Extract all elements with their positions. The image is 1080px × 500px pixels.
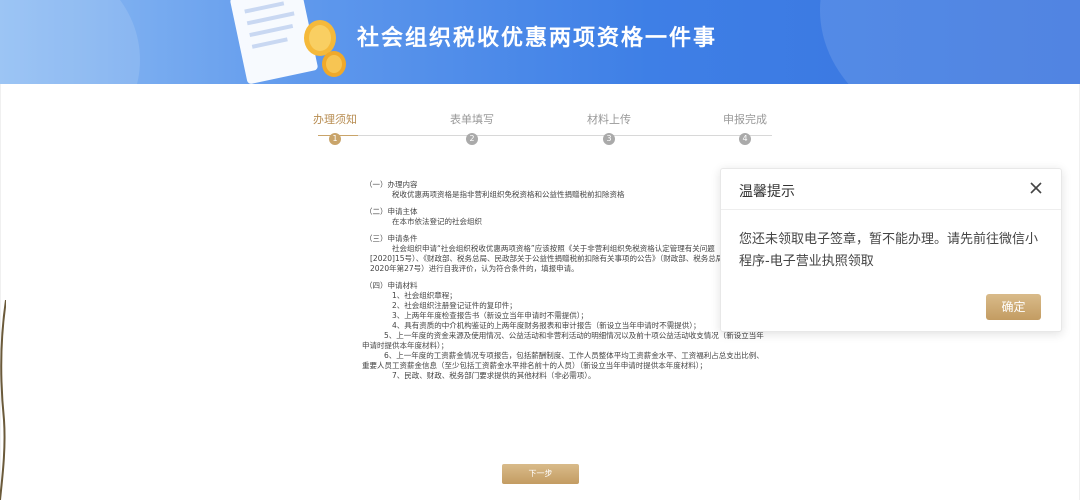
section-heading: （四）申请材料 (365, 281, 418, 290)
step-notice: 办理须知 1 (295, 112, 375, 145)
list-item: 2、社会组织注册登记证件的复印件； (392, 301, 517, 310)
list-item: 1、社会组织章程； (392, 291, 457, 300)
section-heading: （一）办理内容 (365, 180, 418, 189)
dialog-message: 您还未领取电子签章，暂不能办理。请先前往微信小程序-电子营业执照领取 (739, 232, 1039, 269)
dialog-header: 温馨提示 (721, 169, 1061, 210)
step-number: 1 (329, 133, 341, 145)
list-item: 7、民政、财政、税务部门要求提供的其他材料（非必需项）。 (392, 371, 596, 380)
step-label: 材料上传 (587, 113, 631, 126)
section-text: 在本市依法登记的社会组织 (392, 217, 482, 226)
section-heading: （二）申请主体 (365, 207, 418, 216)
list-item: 3、上两年年度检查报告书（新设立当年申请时不需提供）； (392, 311, 589, 320)
section-text: 税收优惠两项资格是指非营利组织免税资格和公益性捐赠税前扣除资格 (392, 190, 625, 199)
section-applicant: （二）申请主体 在本市依法登记的社会组织 (362, 207, 770, 227)
section-content: （一）办理内容 税收优惠两项资格是指非营利组织免税资格和公益性捐赠税前扣除资格 (362, 180, 770, 200)
step-label: 申报完成 (723, 113, 767, 126)
step-label: 办理须知 (313, 113, 357, 126)
step-complete: 申报完成 4 (705, 112, 785, 145)
header-banner: 社会组织税收优惠两项资格一件事 (0, 0, 1080, 84)
section-conditions: （三）申请条件 社会组织申请“社会组织税收优惠两项资格”应该按照《关于非营利组织… (362, 234, 770, 274)
list-item: 4、具有资质的中介机构鉴证的上两年度财务报表和审计报告（新设立当年申请时不需提供… (392, 321, 701, 330)
step-form: 表单填写 2 (432, 112, 512, 145)
edge-decoration-icon (0, 300, 6, 500)
warning-dialog: 温馨提示 您还未领取电子签章，暂不能办理。请先前往微信小程序-电子营业执照领取 … (720, 168, 1062, 332)
dialog-title: 温馨提示 (739, 184, 795, 200)
section-materials: （四）申请材料 1、社会组织章程； 2、社会组织注册登记证件的复印件； 3、上两… (362, 281, 770, 381)
next-step-button[interactable]: 下一步 (502, 464, 579, 484)
list-item: 6、上一年度的工资薪金情况专项报告，包括薪酬制度、工作人员整体平均工资薪金水平、… (362, 351, 764, 370)
instructions-content: （一）办理内容 税收优惠两项资格是指非营利组织免税资格和公益性捐赠税前扣除资格 … (362, 180, 770, 388)
close-icon[interactable] (1029, 181, 1043, 195)
step-number: 3 (603, 133, 615, 145)
progress-steps: 办理须知 1 表单填写 2 材料上传 3 申报完成 4 (300, 112, 780, 152)
step-number: 2 (466, 133, 478, 145)
list-item: 5、上一年度的资金来源及使用情况、公益活动和非营利活动的明细情况以及前十项公益活… (362, 331, 764, 350)
page-title: 社会组织税收优惠两项资格一件事 (357, 26, 718, 51)
document-coin-illustration-icon (230, 0, 346, 84)
step-number: 4 (739, 133, 751, 145)
step-upload: 材料上传 3 (569, 112, 649, 145)
step-label: 表单填写 (450, 113, 494, 126)
section-text: 社会组织申请“社会组织税收优惠两项资格”应该按照《关于非营利组织免税资格认定管理… (370, 244, 769, 273)
section-heading: （三）申请条件 (365, 234, 418, 243)
confirm-button[interactable]: 确定 (986, 294, 1041, 320)
